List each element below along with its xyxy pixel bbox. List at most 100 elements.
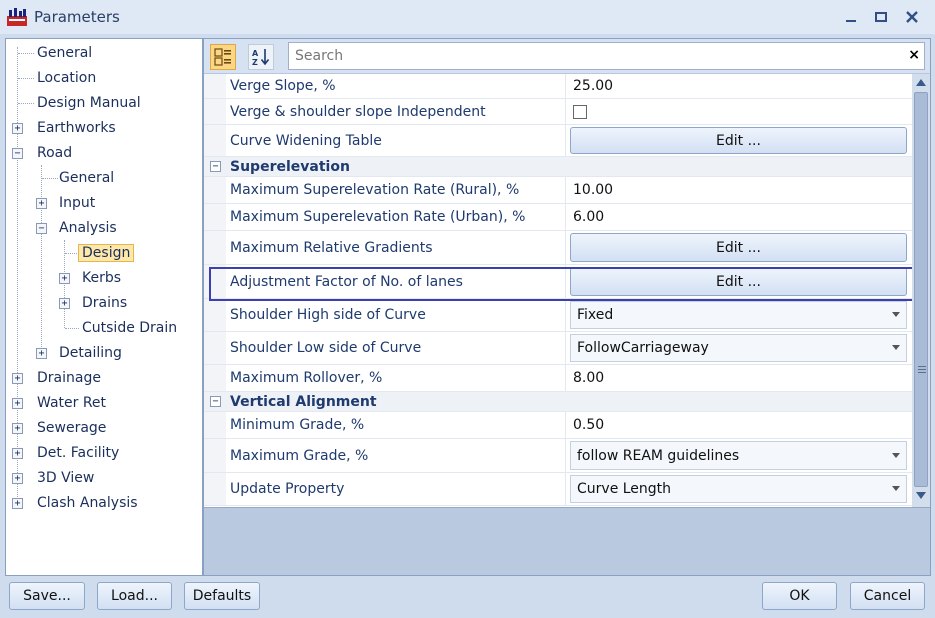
shoulder-low-side-dropdown[interactable]: FollowCarriageway	[570, 334, 907, 362]
property-row: Update Property Curve Length	[204, 473, 912, 506]
property-name: Shoulder High side of Curve	[230, 299, 566, 331]
minimize-button[interactable]	[839, 6, 863, 28]
property-value[interactable]: 8.00	[567, 365, 912, 391]
property-row: Maximum Grade, % follow REAM guidelines	[204, 439, 912, 473]
property-value[interactable]: 10.00	[567, 177, 912, 203]
property-name: Adjustment Factor of No. of lanes	[230, 265, 566, 298]
tree-item-sewerage[interactable]: Sewerage	[37, 417, 106, 439]
expand-det-facility-icon[interactable]: +	[12, 448, 23, 459]
property-grid: Verge Slope, % 25.00 Verge & shoulder sl…	[204, 74, 912, 507]
chevron-down-icon	[892, 345, 900, 350]
load-button[interactable]: Load...	[97, 582, 172, 610]
property-row: Shoulder Low side of Curve FollowCarriag…	[204, 332, 912, 365]
tree-item-clash-analysis[interactable]: Clash Analysis	[37, 492, 138, 514]
cancel-button[interactable]: Cancel	[850, 582, 925, 610]
tree-item-location[interactable]: Location	[37, 67, 96, 89]
property-row: Maximum Relative Gradients Edit ...	[204, 231, 912, 265]
vertical-scrollbar[interactable]	[912, 74, 930, 507]
app-logo-icon	[7, 8, 27, 26]
tree-item-drains[interactable]: Drains	[82, 292, 127, 314]
scroll-down-icon[interactable]	[916, 492, 926, 499]
chevron-down-icon	[892, 486, 900, 491]
tree-item-design-manual[interactable]: Design Manual	[37, 92, 141, 114]
category-tree[interactable]: General Location Design Manual + Earthwo…	[5, 38, 203, 576]
tree-item-road-general[interactable]: General	[59, 167, 114, 189]
property-name: Maximum Grade, %	[230, 439, 566, 472]
expand-earthworks-icon[interactable]: +	[12, 123, 23, 134]
property-row: Curve Widening Table Edit ...	[204, 125, 912, 157]
property-name: Shoulder Low side of Curve	[230, 332, 566, 364]
tree-item-detailing[interactable]: Detailing	[59, 342, 122, 364]
collapse-analysis-icon[interactable]: −	[36, 223, 47, 234]
window-title: Parameters	[34, 8, 120, 26]
update-property-dropdown[interactable]: Curve Length	[570, 475, 907, 503]
property-value[interactable]: 0.50	[567, 412, 912, 438]
property-row: Verge & shoulder slope Independent	[204, 99, 912, 125]
expand-detailing-icon[interactable]: +	[36, 348, 47, 359]
maximum-grade-dropdown[interactable]: follow REAM guidelines	[570, 441, 907, 470]
curve-widening-edit-button[interactable]: Edit ...	[570, 127, 907, 154]
category-row-superelevation[interactable]: − Superelevation	[204, 157, 912, 177]
search-input[interactable]	[288, 42, 925, 70]
description-pane	[204, 507, 930, 575]
property-name: Minimum Grade, %	[230, 412, 566, 438]
svg-text:Z: Z	[252, 58, 258, 67]
property-row: Maximum Superelevation Rate (Rural), % 1…	[204, 177, 912, 204]
relative-gradients-edit-button[interactable]: Edit ...	[570, 233, 907, 262]
shoulder-high-side-dropdown[interactable]: Fixed	[570, 301, 907, 329]
scroll-up-icon[interactable]	[916, 79, 926, 86]
alphabetical-sort-button[interactable]: A Z	[248, 44, 274, 70]
property-name: Maximum Superelevation Rate (Urban), %	[230, 204, 566, 230]
minimize-icon	[846, 20, 856, 22]
tree-item-cutside-drain[interactable]: Cutside Drain	[82, 317, 177, 339]
expand-drainage-icon[interactable]: +	[12, 373, 23, 384]
defaults-button[interactable]: Defaults	[184, 582, 260, 610]
collapse-category-icon[interactable]: −	[210, 396, 221, 407]
property-row: Adjustment Factor of No. of lanes Edit .…	[204, 265, 912, 299]
property-name: Maximum Rollover, %	[230, 365, 566, 391]
property-row: Maximum Rollover, % 8.00	[204, 365, 912, 392]
property-name: Curve Widening Table	[230, 125, 566, 156]
property-value[interactable]: 6.00	[567, 204, 912, 230]
expand-3d-view-icon[interactable]: +	[12, 473, 23, 484]
chevron-down-icon	[892, 452, 900, 458]
tree-item-road[interactable]: Road	[37, 142, 72, 164]
expand-clash-analysis-icon[interactable]: +	[12, 498, 23, 509]
property-name: Verge & shoulder slope Independent	[230, 99, 566, 124]
search-clear-icon[interactable]: ×	[908, 47, 920, 63]
property-name: Maximum Relative Gradients	[230, 231, 566, 264]
property-name: Update Property	[230, 473, 566, 505]
close-button[interactable]	[900, 6, 924, 28]
chevron-down-icon	[892, 312, 900, 317]
tree-item-analysis[interactable]: Analysis	[59, 217, 117, 239]
tree-item-drainage[interactable]: Drainage	[37, 367, 101, 389]
collapse-category-icon[interactable]: −	[210, 161, 221, 172]
collapse-road-icon[interactable]: −	[12, 148, 23, 159]
property-row: Minimum Grade, % 0.50	[204, 412, 912, 439]
expand-input-icon[interactable]: +	[36, 198, 47, 209]
save-button[interactable]: Save...	[9, 582, 85, 610]
ok-button[interactable]: OK	[762, 582, 837, 610]
tree-item-general[interactable]: General	[37, 42, 92, 64]
expand-drains-icon[interactable]: +	[59, 298, 70, 309]
expand-kerbs-icon[interactable]: +	[59, 273, 70, 284]
tree-item-input[interactable]: Input	[59, 192, 95, 214]
categorized-view-button[interactable]	[210, 44, 236, 70]
tree-item-earthworks[interactable]: Earthworks	[37, 117, 116, 139]
scroll-thumb[interactable]	[914, 92, 928, 487]
category-row-vertical-alignment[interactable]: − Vertical Alignment	[204, 392, 912, 412]
expand-water-ret-icon[interactable]: +	[12, 398, 23, 409]
maximize-button[interactable]	[869, 6, 893, 28]
slope-independent-checkbox[interactable]	[573, 104, 587, 119]
property-name: Maximum Superelevation Rate (Rural), %	[230, 177, 566, 203]
tree-item-det-facility[interactable]: Det. Facility	[37, 442, 119, 464]
lane-adjustment-edit-button[interactable]: Edit ...	[570, 267, 907, 296]
grip-icon	[918, 366, 926, 373]
tree-item-design[interactable]: Design	[78, 242, 135, 264]
category-label: Superelevation	[230, 158, 350, 175]
tree-item-kerbs[interactable]: Kerbs	[82, 267, 121, 289]
tree-item-water-ret[interactable]: Water Ret	[37, 392, 106, 414]
tree-item-3d-view[interactable]: 3D View	[37, 467, 94, 489]
property-value[interactable]: 25.00	[567, 74, 912, 98]
expand-sewerage-icon[interactable]: +	[12, 423, 23, 434]
